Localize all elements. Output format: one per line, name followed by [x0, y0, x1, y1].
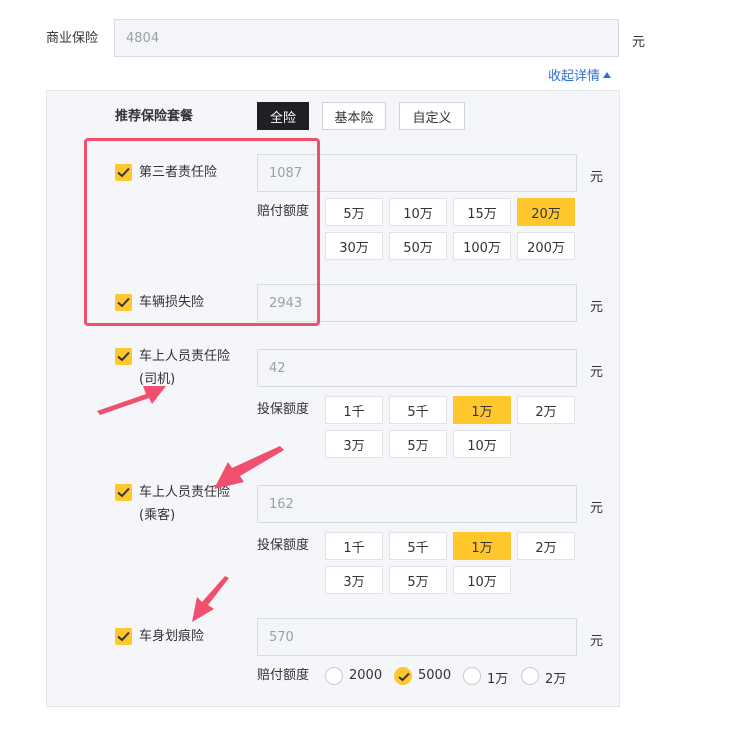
tab-basic-insurance[interactable]: 基本险	[322, 102, 386, 130]
passenger-option-selected[interactable]: 1万	[453, 532, 511, 560]
commercial-unit: 元	[632, 35, 646, 50]
caret-up-icon	[603, 71, 612, 78]
third-party-option[interactable]: 100万	[453, 232, 511, 260]
third-party-option[interactable]: 200万	[517, 232, 575, 260]
driver-option[interactable]: 3万	[325, 430, 383, 458]
passenger-amount-label: 投保额度	[257, 538, 310, 553]
driver-amount-label: 投保额度	[257, 402, 310, 417]
collapse-details-link[interactable]: 收起详情	[548, 65, 612, 84]
driver-option[interactable]: 1千	[325, 396, 383, 424]
scratch-radio-label: 1万	[487, 672, 509, 687]
collapse-details-label: 收起详情	[548, 69, 601, 84]
passenger-liability-sublabel: (乘客)	[139, 508, 176, 523]
driver-liability-label: 车上人员责任险	[139, 349, 231, 364]
check-icon	[117, 631, 130, 642]
commercial-insurance-label: 商业保险	[46, 31, 99, 46]
third-party-option[interactable]: 30万	[325, 232, 383, 260]
driver-option[interactable]: 2万	[517, 396, 575, 424]
driver-liability-unit: 元	[590, 365, 604, 380]
check-icon	[117, 351, 130, 362]
check-icon	[117, 487, 130, 498]
third-party-option[interactable]: 10万	[389, 198, 447, 226]
check-icon	[398, 672, 410, 682]
annotation-highlight-box	[84, 138, 320, 326]
passenger-option[interactable]: 2万	[517, 532, 575, 560]
driver-option[interactable]: 10万	[453, 430, 511, 458]
scratch-radio-selected[interactable]	[394, 667, 412, 685]
scratch-radio-label: 5000	[418, 668, 452, 683]
scratch-label: 车身划痕险	[139, 629, 205, 644]
passenger-option[interactable]: 5千	[389, 532, 447, 560]
passenger-liability-checkbox[interactable]	[115, 484, 132, 501]
passenger-liability-input[interactable]: 162	[257, 485, 577, 523]
passenger-option[interactable]: 1千	[325, 532, 383, 560]
passenger-option[interactable]: 10万	[453, 566, 511, 594]
scratch-radio[interactable]	[325, 667, 343, 685]
scratch-amount-label: 赔付额度	[257, 668, 310, 683]
commercial-insurance-input[interactable]: 4804	[114, 19, 619, 57]
driver-option[interactable]: 5千	[389, 396, 447, 424]
scratch-radio[interactable]	[521, 667, 539, 685]
scratch-radio-label: 2万	[545, 672, 567, 687]
vehicle-loss-unit: 元	[590, 300, 604, 315]
third-party-option[interactable]: 50万	[389, 232, 447, 260]
scratch-radio[interactable]	[463, 667, 481, 685]
driver-liability-checkbox[interactable]	[115, 348, 132, 365]
passenger-option[interactable]: 3万	[325, 566, 383, 594]
passenger-liability-label: 车上人员责任险	[139, 485, 231, 500]
tab-full-insurance[interactable]: 全险	[257, 102, 309, 130]
passenger-option[interactable]: 5万	[389, 566, 447, 594]
third-party-option[interactable]: 15万	[453, 198, 511, 226]
scratch-radio-label: 2000	[349, 668, 383, 683]
driver-option[interactable]: 5万	[389, 430, 447, 458]
recommended-package-label: 推荐保险套餐	[115, 109, 194, 124]
driver-liability-input[interactable]: 42	[257, 349, 577, 387]
scratch-checkbox[interactable]	[115, 628, 132, 645]
passenger-liability-unit: 元	[590, 501, 604, 516]
third-party-option[interactable]: 5万	[325, 198, 383, 226]
third-party-option-selected[interactable]: 20万	[517, 198, 575, 226]
driver-option-selected[interactable]: 1万	[453, 396, 511, 424]
driver-liability-sublabel: (司机)	[139, 372, 176, 387]
scratch-input[interactable]: 570	[257, 618, 577, 656]
tab-custom[interactable]: 自定义	[399, 102, 465, 130]
scratch-unit: 元	[590, 634, 604, 649]
third-party-unit: 元	[590, 170, 604, 185]
